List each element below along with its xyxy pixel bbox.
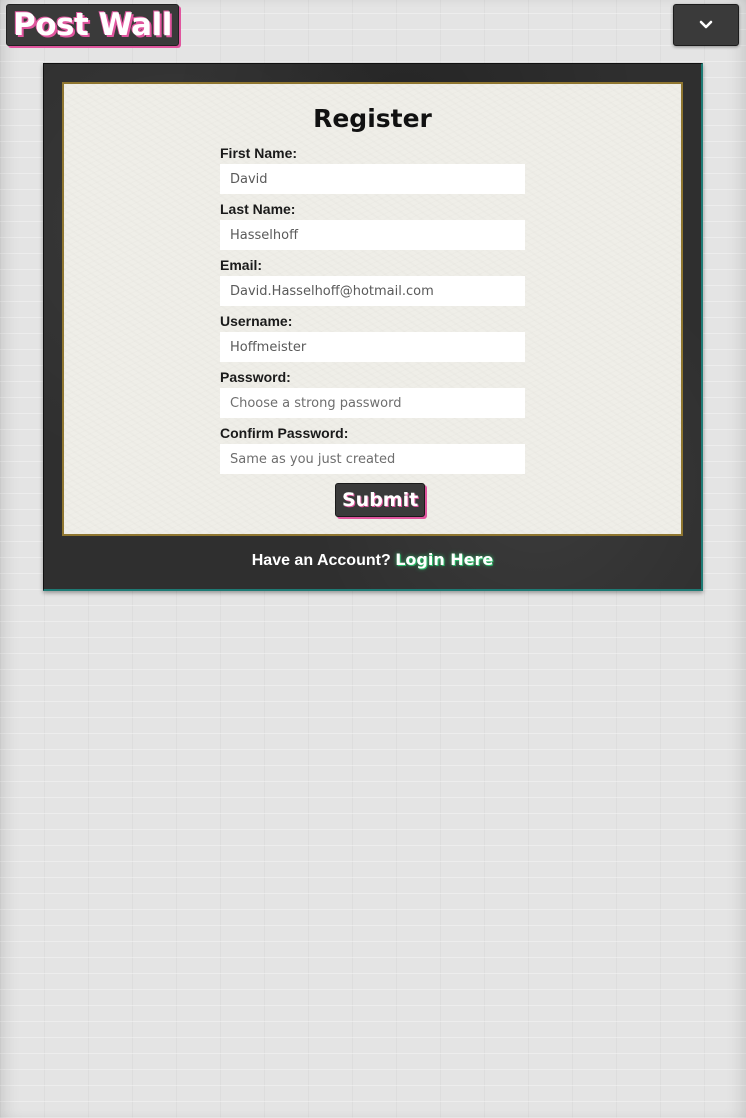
first-name-label: First Name: [220,145,298,161]
register-board: Register First Name: Last Name: Email: U… [43,63,703,591]
password-group: Password: [220,368,525,418]
submit-button[interactable]: Submit [335,483,426,517]
email-label: Email: [220,257,263,273]
form-title: Register [313,104,432,133]
login-prompt-text: Have an Account? [251,552,391,569]
password-label: Password: [220,369,291,385]
last-name-label: Last Name: [220,201,296,217]
confirm-password-group: Confirm Password: [220,424,525,474]
brand-logo[interactable]: Post Wall [6,4,179,46]
brand-title: Post Wall [13,6,172,43]
login-link[interactable]: Login Here [395,550,493,569]
first-name-input[interactable] [220,164,525,194]
menu-toggle-button[interactable] [673,4,739,46]
password-input[interactable] [220,388,525,418]
username-group: Username: [220,312,525,362]
last-name-input[interactable] [220,220,525,250]
login-prompt: Have an Account? Login Here [44,548,701,573]
chevron-down-icon [699,20,713,29]
email-group: Email: [220,256,525,306]
username-input[interactable] [220,332,525,362]
register-form-panel: Register First Name: Last Name: Email: U… [62,82,683,536]
confirm-password-label: Confirm Password: [220,425,349,441]
first-name-group: First Name: [220,144,525,194]
username-label: Username: [220,313,293,329]
last-name-group: Last Name: [220,200,525,250]
confirm-password-input[interactable] [220,444,525,474]
email-input[interactable] [220,276,525,306]
